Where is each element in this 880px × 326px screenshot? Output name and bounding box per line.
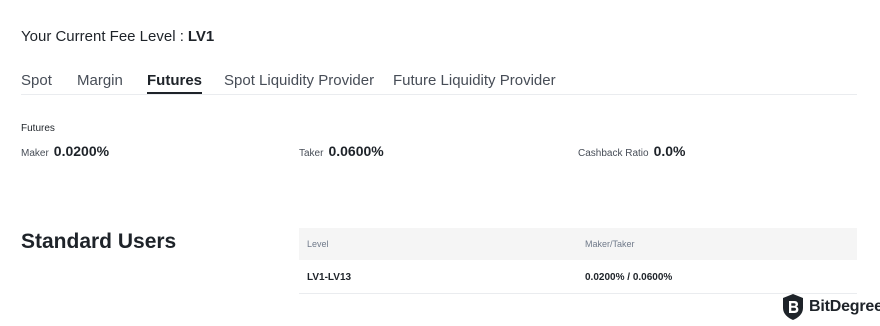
bitdegree-watermark: BitDegree xyxy=(782,292,880,322)
table-header: Level Maker/Taker xyxy=(299,228,857,260)
cashback-rate: Cashback Ratio 0.0% xyxy=(578,143,686,161)
current-fee-level: Your Current Fee Level : LV1 xyxy=(21,28,214,45)
bitdegree-logo-icon xyxy=(782,293,804,321)
fee-table: Level Maker/Taker LV1-LV13 0.0200% / 0.0… xyxy=(299,228,857,294)
fee-level-value: LV1 xyxy=(187,28,215,45)
taker-label: Taker xyxy=(299,148,324,159)
tab-spot-liquidity-provider[interactable]: Spot Liquidity Provider xyxy=(224,72,374,89)
row-level: LV1-LV13 xyxy=(307,272,352,283)
maker-label: Maker xyxy=(21,148,49,159)
cashback-label: Cashback Ratio xyxy=(578,148,649,159)
tab-margin[interactable]: Margin xyxy=(77,72,123,89)
row-maker-taker: 0.0200% / 0.0600% xyxy=(585,272,673,283)
standard-users-title: Standard Users xyxy=(21,230,177,253)
taker-rate: Taker 0.0600% xyxy=(299,143,384,161)
bitdegree-text: BitDegree xyxy=(809,298,880,315)
fee-tabs: Spot Margin Futures Spot Liquidity Provi… xyxy=(21,72,857,95)
header-maker-taker: Maker/Taker xyxy=(585,239,635,249)
header-level: Level xyxy=(307,239,329,249)
tab-future-liquidity-provider[interactable]: Future Liquidity Provider xyxy=(393,72,556,89)
tab-futures[interactable]: Futures xyxy=(147,72,203,94)
maker-rate: Maker 0.0200% xyxy=(21,143,109,161)
tab-spot[interactable]: Spot xyxy=(21,72,52,89)
maker-value: 0.0200% xyxy=(53,143,110,159)
taker-value: 0.0600% xyxy=(328,143,384,159)
cashback-value: 0.0% xyxy=(653,143,686,159)
table-row: LV1-LV13 0.0200% / 0.0600% xyxy=(299,260,857,294)
fee-level-label: Your Current Fee Level : xyxy=(21,28,184,45)
futures-section-label: Futures xyxy=(21,123,55,134)
